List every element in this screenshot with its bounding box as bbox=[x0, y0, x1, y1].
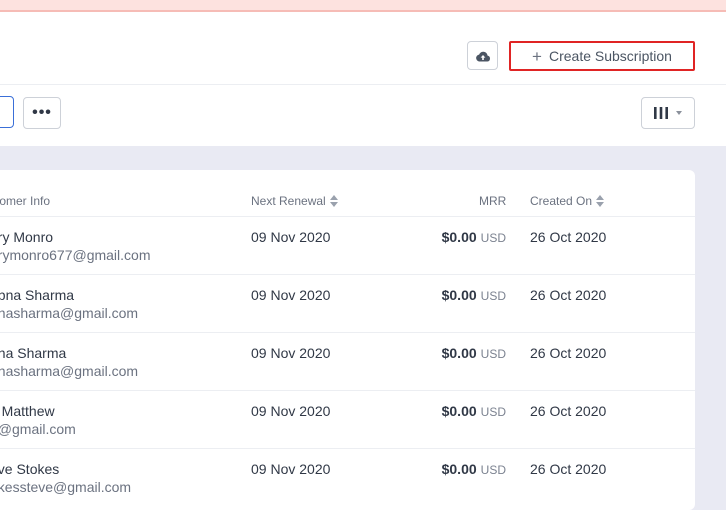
header-customer-info: stomer Info bbox=[0, 194, 50, 208]
mrr-currency: USD bbox=[480, 463, 506, 477]
table-row[interactable]: eve Stokes okessteve@gmail.com 09 Nov 20… bbox=[0, 448, 695, 507]
table-row[interactable]: eha Sharma ehasharma@gmail.com 09 Nov 20… bbox=[0, 332, 695, 391]
next-renewal-date: 09 Nov 2020 bbox=[251, 345, 331, 361]
mrr-amount: $0.00 bbox=[441, 229, 477, 245]
customer-email: okessteve@gmail.com bbox=[0, 479, 132, 495]
customer-name: ary Monro bbox=[0, 229, 54, 245]
page-header: + Create Subscription ••• bbox=[0, 0, 726, 146]
header-mrr-label: MRR bbox=[479, 194, 507, 208]
customer-name: a Matthew bbox=[0, 403, 55, 419]
more-options-button[interactable]: ••• bbox=[23, 97, 61, 129]
upload-button[interactable] bbox=[467, 41, 498, 70]
next-renewal-date: 09 Nov 2020 bbox=[251, 229, 331, 245]
subscriptions-table: stomer Info Next Renewal MRR Created On … bbox=[0, 170, 695, 510]
plus-icon: + bbox=[532, 46, 542, 66]
header-created-on-label: Created On bbox=[530, 194, 593, 208]
mrr-value: $0.00 USD bbox=[442, 229, 506, 247]
more-options-label: ••• bbox=[32, 104, 52, 121]
created-on-date: 26 Oct 2020 bbox=[530, 287, 607, 303]
search-input[interactable] bbox=[0, 96, 14, 128]
create-subscription-label: Create Subscription bbox=[548, 48, 672, 64]
customer-email: arymonro677@gmail.com bbox=[0, 247, 151, 263]
mrr-currency: USD bbox=[480, 231, 506, 245]
customer-email: pnasharma@gmail.com bbox=[0, 305, 139, 321]
table-row[interactable]: ary Monro arymonro677@gmail.com 09 Nov 2… bbox=[0, 216, 695, 275]
customer-name: apna Sharma bbox=[0, 287, 75, 303]
table-row[interactable]: apna Sharma pnasharma@gmail.com 09 Nov 2… bbox=[0, 274, 695, 333]
mrr-currency: USD bbox=[480, 289, 506, 303]
mrr-amount: $0.00 bbox=[441, 345, 477, 361]
mrr-amount: $0.00 bbox=[441, 287, 477, 303]
alert-strip bbox=[0, 0, 726, 12]
create-subscription-button[interactable]: + Create Subscription bbox=[509, 41, 695, 71]
mrr-amount: $0.00 bbox=[441, 461, 477, 477]
mrr-value: $0.00 USD bbox=[442, 287, 506, 305]
created-on-date: 26 Oct 2020 bbox=[530, 403, 607, 419]
created-on-date: 26 Oct 2020 bbox=[530, 461, 607, 477]
mrr-currency: USD bbox=[480, 405, 506, 419]
mrr-value: $0.00 USD bbox=[442, 461, 506, 479]
next-renewal-date: 09 Nov 2020 bbox=[251, 403, 331, 419]
next-renewal-date: 09 Nov 2020 bbox=[251, 461, 331, 477]
header-next-renewal[interactable]: Next Renewal bbox=[251, 194, 338, 208]
chevron-down-icon bbox=[676, 111, 682, 115]
header-created-on[interactable]: Created On bbox=[530, 194, 605, 208]
columns-icon bbox=[654, 107, 668, 119]
header-mrr: MRR bbox=[479, 194, 506, 208]
sort-icon bbox=[329, 195, 338, 207]
table-row[interactable]: a Matthew a@gmail.com 09 Nov 2020 $0.00U… bbox=[0, 390, 695, 449]
next-renewal-date: 09 Nov 2020 bbox=[251, 287, 331, 303]
mrr-value: $0.00 USD bbox=[442, 345, 506, 363]
header-customer-info-label: stomer Info bbox=[0, 194, 51, 208]
customer-email: ehasharma@gmail.com bbox=[0, 363, 139, 379]
created-on-date: 26 Oct 2020 bbox=[530, 229, 607, 245]
header-next-renewal-label: Next Renewal bbox=[251, 194, 326, 208]
header-divider bbox=[0, 84, 726, 85]
customer-name: eha Sharma bbox=[0, 345, 67, 361]
cloud-upload-icon bbox=[475, 51, 490, 61]
mrr-currency: USD bbox=[480, 347, 506, 361]
sort-icon bbox=[596, 195, 605, 207]
created-on-date: 26 Oct 2020 bbox=[530, 345, 607, 361]
column-settings-button[interactable] bbox=[641, 97, 695, 129]
mrr-value: $0.00 USD bbox=[442, 403, 506, 421]
customer-name: eve Stokes bbox=[0, 461, 60, 477]
customer-email: a@gmail.com bbox=[0, 421, 76, 437]
mrr-amount: $0.00 bbox=[441, 403, 477, 419]
